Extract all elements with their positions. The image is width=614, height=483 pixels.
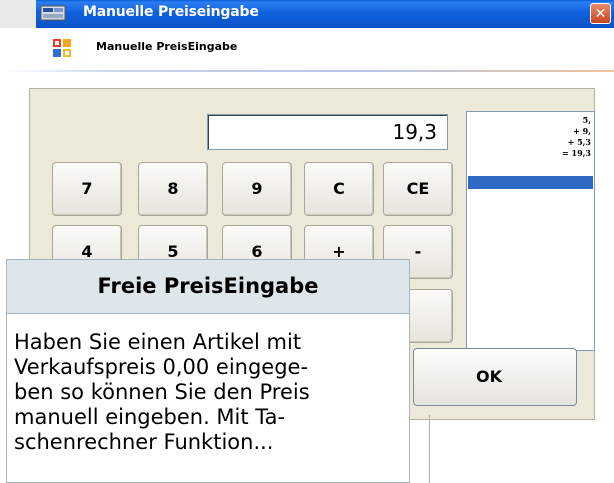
panel-divider <box>429 415 430 483</box>
title-bar[interactable]: Manuelle Preiseingabe ✕ <box>0 0 614 28</box>
header-title: Manuelle PreisEingabe <box>96 40 238 53</box>
key-7[interactable]: 7 <box>52 162 122 216</box>
help-text: Haben Sie einen Artikel mit Verkaufsprei… <box>14 330 310 454</box>
key-8[interactable]: 8 <box>138 162 208 216</box>
close-button[interactable]: ✕ <box>590 3 611 24</box>
price-display[interactable]: 19,3 <box>207 114 448 150</box>
key-clear[interactable]: C <box>304 162 374 216</box>
tape-selection <box>468 176 593 189</box>
close-icon: ✕ <box>594 6 607 22</box>
window-title: Manuelle Preiseingabe <box>83 4 259 20</box>
help-title: Freie PreisEingabe <box>6 259 410 314</box>
calculation-tape[interactable]: 5, + 9, + 5,3 = 19,3 <box>466 111 595 351</box>
ok-button[interactable]: OK <box>413 348 577 406</box>
tape-line: + 9, <box>573 126 591 136</box>
key-9[interactable]: 9 <box>222 162 292 216</box>
header-divider <box>0 70 614 72</box>
app-icon <box>40 5 66 21</box>
windows-logo-icon <box>53 39 71 57</box>
title-bar-left-edge <box>0 0 36 28</box>
key-clear-entry[interactable]: CE <box>383 162 453 216</box>
tape-line: 5, <box>582 115 591 125</box>
tape-line: + 5,3 <box>567 137 591 147</box>
dialog-header <box>0 28 614 72</box>
tape-line: = 19,3 <box>562 148 591 158</box>
